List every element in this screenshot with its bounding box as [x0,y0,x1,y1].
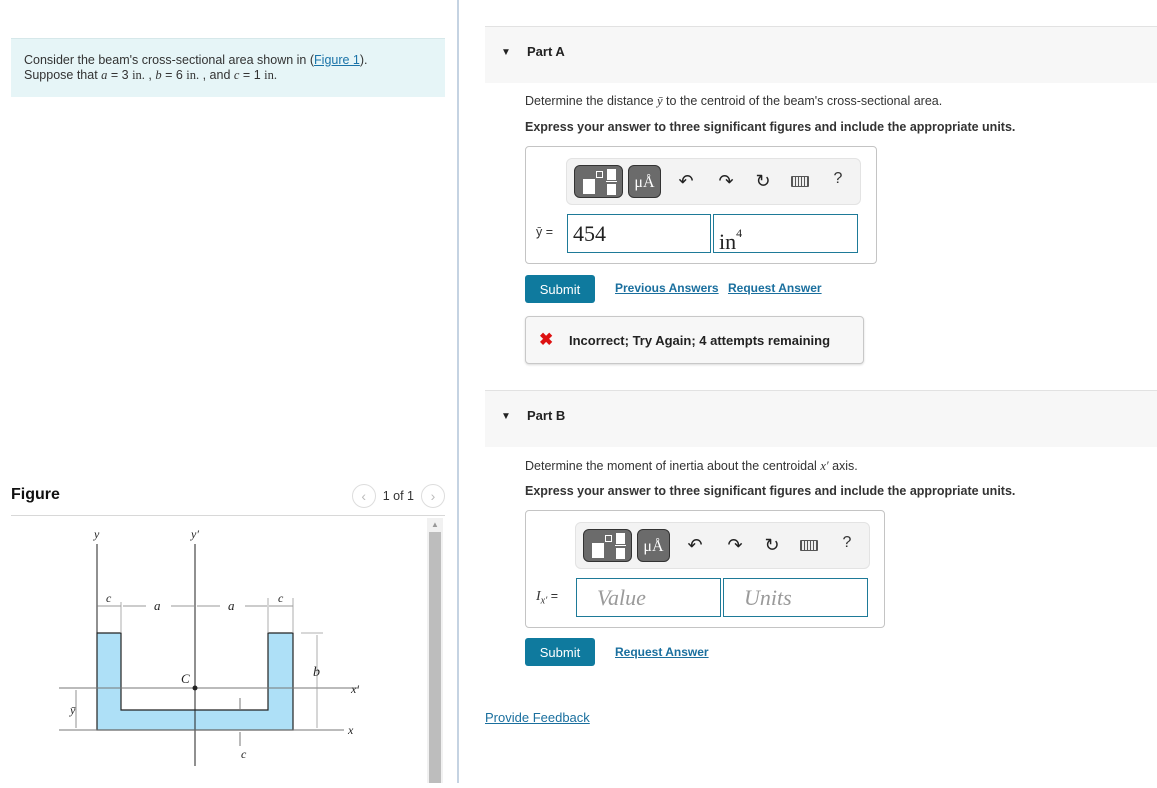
part-b-request-answer-link[interactable]: Request Answer [615,645,709,659]
part-b-title: Part B [527,408,566,423]
reset-icon[interactable]: ↻ [753,171,773,191]
part-b-submit-button[interactable]: Submit [525,638,595,666]
templates-button[interactable] [583,529,632,562]
figure-image: y y′ c a a c b C x′ x ȳ c [11,518,441,783]
figure-header: Figure ‹ 1 of 1 › [11,482,445,516]
label-c-left: c [106,591,112,605]
error-x-icon: ✖ [539,330,554,349]
reset-icon[interactable]: ↻ [762,535,782,555]
part-b-header[interactable]: ▼ Part B [485,390,1157,447]
label-x-prime: x′ [350,682,359,696]
part-a-title: Part A [527,44,565,59]
part-b-math-toolbar: μÅ ↶ ↷ ↻ ? [575,522,870,569]
chevron-right-icon: › [430,488,436,504]
figure-title: Figure [11,486,60,503]
part-b-answer-box: μÅ ↶ ↷ ↻ ? Ix′ = Value Units [525,510,885,628]
label-ybar: ȳ [69,703,76,717]
centroid-point [192,685,198,691]
feedback-message: Incorrect; Try Again; 4 attempts remaini… [569,333,831,348]
scroll-up-arrow-icon[interactable]: ▲ [427,518,443,532]
part-a-units-input[interactable]: in4 [713,214,858,254]
part-a-submit-button[interactable]: Submit [525,275,595,303]
scrollbar-thumb[interactable] [429,532,441,783]
keyboard-icon[interactable] [791,176,809,187]
label-a-right: a [228,598,235,613]
collapse-caret-icon: ▼ [501,47,511,58]
ix-prime-label: Ix′ = [536,589,559,607]
figure-pager: ‹ 1 of 1 › [351,484,445,508]
chevron-left-icon: ‹ [361,488,367,504]
help-icon[interactable]: ? [840,534,854,552]
undo-icon[interactable]: ↶ [685,535,705,555]
label-c-bottom: c [241,747,247,761]
problem-statement: Consider the beam's cross-sectional area… [11,38,445,97]
ybar-label: ȳ = [536,225,554,239]
redo-icon[interactable]: ↷ [725,535,745,555]
label-b: b [313,665,320,680]
part-a-request-answer-link[interactable]: Request Answer [728,281,822,295]
channel-cross-section-diagram: y y′ c a a c b C x′ x ȳ c [59,527,359,766]
collapse-caret-icon: ▼ [501,411,511,422]
next-figure-button[interactable]: › [421,484,445,508]
label-y: y [93,527,100,541]
help-icon[interactable]: ? [831,170,845,188]
previous-figure-button[interactable]: ‹ [351,484,376,508]
problem-line-1: Consider the beam's cross-sectional area… [24,53,368,67]
figure-link[interactable]: Figure 1 [314,53,360,67]
previous-answers-link[interactable]: Previous Answers [615,281,719,295]
part-b-value-input[interactable]: Value [576,578,721,617]
problem-line-2: Suppose that a = 3 in. , b = 6 in. , and… [24,68,277,82]
keyboard-icon[interactable] [800,540,818,551]
templates-button[interactable] [574,165,623,198]
part-a-instruction: Express your answer to three significant… [525,120,1016,134]
redo-icon[interactable]: ↷ [716,171,736,191]
incorrect-feedback-box: ✖ Incorrect; Try Again; 4 attempts remai… [525,316,864,364]
units-button[interactable]: μÅ [637,529,670,562]
provide-feedback-link[interactable]: Provide Feedback [485,710,590,725]
part-a-header[interactable]: ▼ Part A [485,26,1157,83]
part-b-question: Determine the moment of inertia about th… [525,459,858,473]
part-a-answer-box: μÅ ↶ ↷ ↻ ? ȳ = 454 in4 [525,146,877,264]
label-x: x [347,723,354,737]
units-button[interactable]: μÅ [628,165,661,198]
figure-scrollbar[interactable]: ▲ [427,518,443,783]
label-c-right: c [278,591,284,605]
undo-icon[interactable]: ↶ [676,171,696,191]
label-centroid: C [181,671,190,686]
column-divider [457,0,459,783]
part-b-instruction: Express your answer to three significant… [525,484,1016,498]
part-a-math-toolbar: μÅ ↶ ↷ ↻ ? [566,158,861,205]
part-b-units-input[interactable]: Units [723,578,868,617]
part-a-question: Determine the distance ȳ to the centroid… [525,94,943,108]
part-a-value-input[interactable]: 454 [567,214,711,253]
figure-page-indicator: 1 of 1 [382,489,414,503]
label-a-left: a [154,598,161,613]
label-y-prime: y′ [190,527,199,541]
